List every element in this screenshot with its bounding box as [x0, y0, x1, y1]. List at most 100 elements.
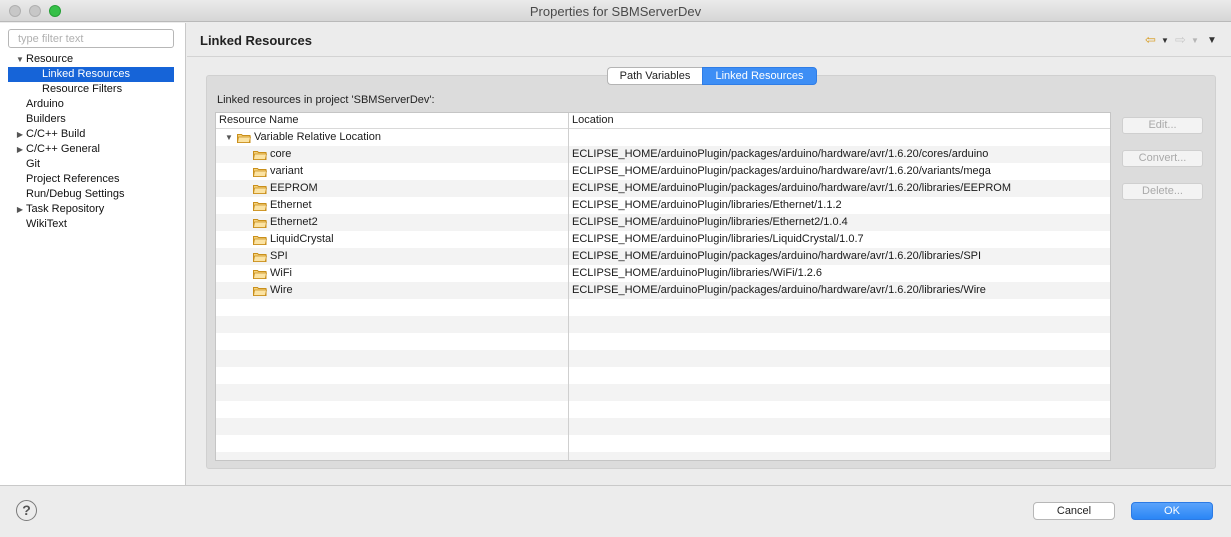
table-row[interactable]: SPI ECLIPSE_HOME/arduinoPlugin/packages/a…: [216, 248, 1110, 265]
tree-item-wikitext[interactable]: WikiText: [0, 217, 186, 232]
tree-item-label: C/C++ General: [26, 143, 100, 155]
tree-item-label: Arduino: [26, 98, 64, 110]
delete-button[interactable]: Delete...: [1122, 183, 1203, 200]
tree-item-label: Builders: [26, 113, 66, 125]
tree-item-c-c-build[interactable]: ▶ C/C++ Build: [0, 127, 186, 142]
linked-resources-label: Linked resources in project 'SBMServerDe…: [217, 94, 435, 106]
resource-location: ECLIPSE_HOME/arduinoPlugin/packages/ardu…: [572, 284, 986, 296]
resource-name: WiFi: [270, 267, 292, 279]
tab-path-variables[interactable]: Path Variables: [607, 67, 702, 85]
empty-table-row: [216, 350, 1110, 367]
resource-name: Wire: [270, 284, 293, 296]
tree-item-label: Project References: [26, 173, 120, 185]
empty-table-row: [216, 435, 1110, 452]
folder-icon: [253, 286, 267, 296]
folder-icon: [253, 184, 267, 194]
folder-icon: [253, 218, 267, 228]
collapsed-arrow-icon[interactable]: ▶: [15, 127, 25, 142]
folder-icon: [253, 201, 267, 211]
tree-item-label: Resource: [26, 53, 74, 65]
help-icon[interactable]: ?: [16, 500, 37, 521]
collapsed-arrow-icon[interactable]: ▶: [15, 202, 25, 217]
ok-button[interactable]: OK: [1131, 502, 1213, 520]
tree-item-label: Git: [26, 158, 41, 170]
empty-table-row: [216, 367, 1110, 384]
resource-name: LiquidCrystal: [270, 233, 334, 245]
forward-arrow-icon[interactable]: ⇨: [1175, 32, 1186, 48]
table-row[interactable]: LiquidCrystal ECLIPSE_HOME/arduinoPlugin/…: [216, 231, 1110, 248]
empty-table-row: [216, 333, 1110, 350]
column-divider[interactable]: [568, 113, 569, 460]
table-row[interactable]: Wire ECLIPSE_HOME/arduinoPlugin/packages/…: [216, 282, 1110, 299]
tree-item-label: Resource Filters: [42, 83, 123, 95]
expanded-arrow-icon[interactable]: ▼: [15, 52, 25, 67]
cancel-button[interactable]: Cancel: [1033, 502, 1115, 520]
table-row[interactable]: Ethernet2 ECLIPSE_HOME/arduinoPlugin/libr…: [216, 214, 1110, 231]
table-row-group[interactable]: ▼ Variable Relative Location: [216, 129, 1110, 146]
folder-icon: [237, 133, 251, 143]
tree-item-resource[interactable]: ▼ Resource: [0, 52, 186, 67]
table-row[interactable]: Ethernet ECLIPSE_HOME/arduinoPlugin/libra…: [216, 197, 1110, 214]
folder-icon: [253, 167, 267, 177]
resource-name: EEPROM: [270, 182, 318, 194]
resource-name: SPI: [270, 250, 288, 262]
group-label: Variable Relative Location: [254, 131, 381, 143]
folder-icon: [253, 150, 267, 160]
tree-item-run-debug-settings[interactable]: Run/Debug Settings: [0, 187, 186, 202]
empty-table-row: [216, 418, 1110, 435]
linked-resources-table: Resource Name Location ▼ Variable Relativ…: [215, 112, 1111, 461]
empty-table-row: [216, 299, 1110, 316]
resource-name: Ethernet2: [270, 216, 318, 228]
tree-item-task-repository[interactable]: ▶ Task Repository: [0, 202, 186, 217]
empty-table-row: [216, 316, 1110, 333]
view-menu-icon[interactable]: ▼: [1207, 35, 1217, 46]
forward-dropdown-icon[interactable]: ▼: [1191, 36, 1199, 45]
preference-tree: ▼ Resource Linked Resources Resource Filter…: [0, 52, 186, 232]
tree-item-label: WikiText: [26, 218, 67, 230]
tree-item-project-references[interactable]: Project References: [0, 172, 186, 187]
resource-name: core: [270, 148, 292, 160]
tab-linked-resources[interactable]: Linked Resources: [702, 67, 817, 85]
tree-item-label: Task Repository: [26, 203, 105, 215]
back-arrow-icon[interactable]: ⇦: [1145, 32, 1156, 48]
resource-name: variant: [270, 165, 304, 177]
folder-icon: [253, 235, 267, 245]
resource-location: ECLIPSE_HOME/arduinoPlugin/libraries/Eth…: [572, 216, 848, 228]
tree-item-builders[interactable]: Builders: [0, 112, 186, 127]
page-header: Linked Resources ⇦ ▼ ⇨ ▼ ▼: [187, 23, 1231, 57]
tree-item-linked-resources[interactable]: Linked Resources: [8, 67, 174, 82]
window-title: Properties for SBMServerDev: [529, 4, 702, 19]
convert-button[interactable]: Convert...: [1122, 150, 1203, 167]
tree-item-arduino[interactable]: Arduino: [0, 97, 186, 112]
tree-item-label: Linked Resources: [42, 68, 131, 80]
column-header-name[interactable]: Resource Name: [219, 114, 298, 126]
resource-location: ECLIPSE_HOME/arduinoPlugin/packages/ardu…: [572, 148, 989, 160]
tree-item-resource-filters[interactable]: Resource Filters: [0, 82, 186, 97]
empty-table-row: [216, 452, 1110, 460]
filter-input[interactable]: [8, 29, 174, 48]
tree-item-c-c-general[interactable]: ▶ C/C++ General: [0, 142, 186, 157]
resource-location: ECLIPSE_HOME/arduinoPlugin/libraries/Eth…: [572, 199, 842, 211]
tree-item-label: Run/Debug Settings: [26, 188, 125, 200]
back-dropdown-icon[interactable]: ▼: [1161, 36, 1169, 45]
empty-table-row: [216, 401, 1110, 418]
preference-tree-pane: ▼ResourceLinked ResourcesResource Filter…: [0, 23, 186, 485]
tree-item-git[interactable]: Git: [0, 157, 186, 172]
folder-icon: [253, 252, 267, 262]
resource-location: ECLIPSE_HOME/arduinoPlugin/packages/ardu…: [572, 165, 991, 177]
table-row[interactable]: core ECLIPSE_HOME/arduinoPlugin/packages/…: [216, 146, 1110, 163]
column-header-location[interactable]: Location: [572, 114, 614, 126]
table-header: Resource Name Location: [216, 113, 1110, 129]
tab-bar: Path Variables Linked Resources: [607, 67, 817, 85]
collapsed-arrow-icon[interactable]: ▶: [15, 142, 25, 157]
table-rows: ▼ Variable Relative Location core ECLIPSE_H…: [216, 129, 1110, 460]
table-row[interactable]: variant ECLIPSE_HOME/arduinoPlugin/packag…: [216, 163, 1110, 180]
edit-button[interactable]: Edit...: [1122, 117, 1203, 134]
resource-location: ECLIPSE_HOME/arduinoPlugin/packages/ardu…: [572, 250, 982, 262]
resource-location: ECLIPSE_HOME/arduinoPlugin/libraries/Liq…: [572, 233, 864, 245]
expanded-arrow-icon[interactable]: ▼: [225, 129, 233, 146]
tree-item-label: C/C++ Build: [26, 128, 86, 140]
resource-name: Ethernet: [270, 199, 312, 211]
table-row[interactable]: WiFi ECLIPSE_HOME/arduinoPlugin/libraries…: [216, 265, 1110, 282]
table-row[interactable]: EEPROM ECLIPSE_HOME/arduinoPlugin/package…: [216, 180, 1110, 197]
